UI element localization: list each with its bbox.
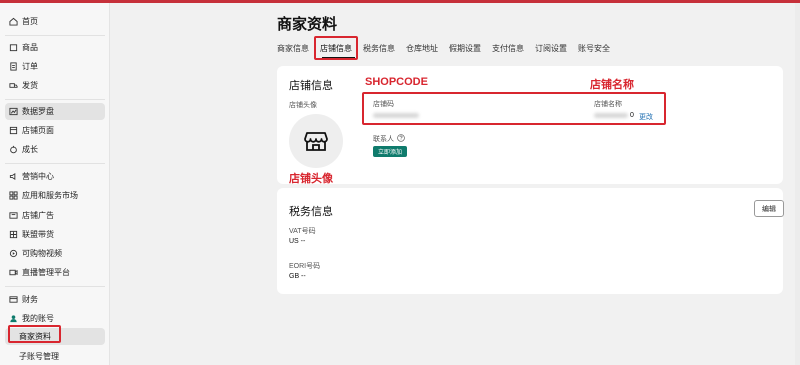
shop-name-value-redacted [594, 113, 628, 118]
sidebar: 首页 商品 订单 发货 数据罗盘 店铺页面 成长 营销中心 应用和服务市场 店铺… [0, 3, 110, 365]
tab-account-security[interactable]: 账号安全 [578, 43, 610, 54]
order-icon [8, 62, 18, 72]
sidebar-item-label: 可购物视频 [22, 249, 62, 258]
shop-name-label: 店铺名称 [594, 101, 622, 108]
eori-label: EORI号码 [289, 263, 321, 270]
divider [5, 163, 105, 164]
marketing-icon [8, 172, 18, 182]
sidebar-item-marketing[interactable]: 营销中心 [5, 168, 105, 185]
tab-holiday-settings[interactable]: 假期设置 [449, 43, 481, 54]
apps-icon [8, 191, 18, 201]
edit-button[interactable]: 编辑 [754, 200, 784, 217]
live-icon [8, 268, 18, 278]
store-info-card [277, 66, 783, 184]
sidebar-item-label: 店铺页面 [22, 126, 54, 135]
sidebar-item-store-page[interactable]: 店铺页面 [5, 122, 105, 139]
eori-value: GB -- [289, 273, 306, 280]
avatar-label: 店铺头像 [289, 102, 317, 109]
home-icon [8, 17, 18, 27]
tax-info-card [277, 188, 783, 294]
highlight-box-sidebar [8, 325, 61, 343]
annotation-shopcode: SHOPCODE [365, 76, 428, 88]
top-accent-bar [0, 0, 800, 3]
tab-warehouse-address[interactable]: 仓库地址 [406, 43, 438, 54]
add-contact-button[interactable]: 立即添加 [373, 146, 407, 157]
sidebar-item-label: 财务 [22, 295, 38, 304]
sidebar-item-growth[interactable]: 成长 [5, 141, 105, 158]
compass-icon [8, 107, 18, 117]
sidebar-item-label: 直播管理平台 [22, 268, 70, 277]
sidebar-item-apps[interactable]: 应用和服务市场 [5, 187, 105, 204]
sidebar-item-finance[interactable]: 财务 [5, 291, 105, 308]
affiliate-icon [8, 230, 18, 240]
finance-icon [8, 295, 18, 305]
sidebar-item-sub-accounts[interactable]: 子账号管理 [5, 348, 105, 365]
sidebar-item-label: 联盟带货 [22, 230, 54, 239]
tab-merchant-info[interactable]: 商家信息 [277, 43, 309, 54]
page-title: 商家资料 [277, 16, 338, 33]
store-icon [304, 132, 328, 151]
help-icon[interactable] [397, 134, 405, 142]
tab-payment-info[interactable]: 支付信息 [492, 43, 524, 54]
sidebar-item-orders[interactable]: 订单 [5, 58, 105, 75]
scrollbar[interactable] [795, 3, 800, 365]
sidebar-item-label: 店铺广告 [22, 211, 54, 220]
sidebar-item-label: 商品 [22, 43, 38, 52]
sidebar-item-products[interactable]: 商品 [5, 39, 105, 56]
highlight-box-tab [314, 36, 358, 60]
shop-code-label: 店铺码 [373, 101, 394, 108]
account-icon [8, 314, 18, 324]
shop-code-value-redacted [373, 113, 419, 118]
store-avatar[interactable] [289, 114, 343, 168]
product-icon [8, 43, 18, 53]
shipping-icon [8, 81, 18, 91]
sidebar-item-label: 订单 [22, 62, 38, 71]
sidebar-item-shipping[interactable]: 发货 [5, 77, 105, 94]
sidebar-item-label: 应用和服务市场 [22, 191, 78, 200]
sidebar-item-label: 子账号管理 [19, 352, 59, 361]
sidebar-item-home[interactable]: 首页 [5, 13, 105, 30]
sidebar-item-data-compass[interactable]: 数据罗盘 [5, 103, 105, 120]
tax-info-title: 税务信息 [289, 206, 333, 218]
sidebar-item-ads[interactable]: 店铺广告 [5, 207, 105, 224]
sidebar-item-affiliate[interactable]: 联盟带货 [5, 226, 105, 243]
vat-value: US -- [289, 238, 306, 245]
store-page-icon [8, 126, 18, 136]
sidebar-item-label: 营销中心 [22, 172, 54, 181]
sidebar-item-label: 发货 [22, 81, 38, 90]
divider [5, 286, 105, 287]
sidebar-item-video[interactable]: 可购物视频 [5, 245, 105, 262]
shop-name-suffix: 0 [630, 112, 634, 119]
growth-icon [8, 145, 18, 155]
store-info-title: 店铺信息 [289, 80, 333, 92]
sidebar-item-label: 首页 [22, 17, 38, 26]
sidebar-item-label: 数据罗盘 [22, 107, 54, 116]
sidebar-item-live[interactable]: 直播管理平台 [5, 264, 105, 281]
tab-tax-info[interactable]: 税务信息 [363, 43, 395, 54]
tab-subscription-settings[interactable]: 订阅设置 [535, 43, 567, 54]
sidebar-item-label: 我的账号 [22, 314, 54, 323]
change-shop-name-link[interactable]: 更改 [639, 112, 653, 122]
annotation-shop-name: 店铺名称 [590, 79, 634, 91]
divider [5, 99, 105, 100]
divider [5, 35, 105, 36]
sidebar-item-label: 成长 [22, 145, 38, 154]
contact-label: 联系人 [373, 136, 394, 143]
video-icon [8, 249, 18, 259]
annotation-avatar: 店铺头像 [289, 173, 333, 185]
vat-label: VAT号码 [289, 228, 316, 235]
ads-icon [8, 211, 18, 221]
